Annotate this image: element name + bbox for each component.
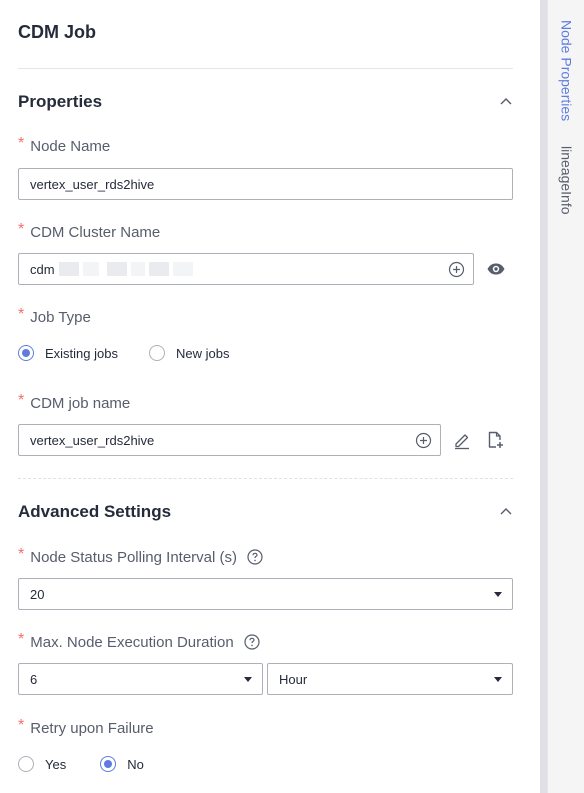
required-marker: * bbox=[18, 546, 25, 563]
scrollbar[interactable] bbox=[540, 0, 547, 793]
polling-interval-label: * Node Status Polling Interval (s) bbox=[18, 546, 263, 566]
radio-existing-jobs[interactable]: Existing jobs bbox=[18, 345, 118, 361]
new-file-icon[interactable] bbox=[485, 430, 505, 450]
right-tab-bar: Node Properties lineageInfo bbox=[547, 0, 584, 793]
job-name-input[interactable]: vertex_user_rds2hive bbox=[18, 424, 441, 456]
tab-lineage-info[interactable]: lineageInfo bbox=[548, 146, 584, 232]
section-divider bbox=[18, 478, 513, 479]
question-circle-icon[interactable] bbox=[247, 549, 263, 565]
chevron-up-icon[interactable] bbox=[499, 96, 513, 106]
retry-label: * Retry upon Failure bbox=[18, 717, 154, 737]
required-marker: * bbox=[18, 135, 25, 152]
question-circle-icon[interactable] bbox=[244, 634, 260, 650]
duration-unit-select[interactable]: Hour bbox=[267, 663, 513, 695]
plus-circle-icon[interactable] bbox=[448, 261, 465, 278]
tab-node-properties[interactable]: Node Properties bbox=[548, 20, 584, 136]
radio-retry-yes[interactable]: Yes bbox=[18, 756, 66, 772]
radio-button[interactable] bbox=[100, 756, 117, 772]
caret-down-icon bbox=[494, 592, 502, 597]
masked-text bbox=[148, 262, 169, 276]
node-name-input[interactable]: vertex_user_rds2hive bbox=[18, 168, 513, 200]
eye-icon[interactable] bbox=[486, 259, 506, 279]
masked-text bbox=[82, 262, 99, 276]
required-marker: * bbox=[18, 392, 25, 409]
masked-text bbox=[172, 262, 193, 276]
duration-value-select[interactable]: 6 bbox=[18, 663, 263, 695]
advanced-section-title: Advanced Settings bbox=[18, 502, 172, 521]
max-duration-label: * Max. Node Execution Duration bbox=[18, 631, 260, 651]
chevron-up-icon[interactable] bbox=[499, 506, 513, 516]
polling-interval-select[interactable]: 20 bbox=[18, 578, 513, 610]
masked-text bbox=[130, 262, 145, 276]
job-name-label: * CDM job name bbox=[18, 392, 131, 412]
node-name-label: * Node Name bbox=[18, 135, 111, 155]
required-marker: * bbox=[18, 221, 25, 238]
radio-retry-no[interactable]: No bbox=[100, 756, 144, 772]
cluster-name-input[interactable]: cdm bbox=[18, 253, 474, 285]
panel-title: CDM Job bbox=[18, 22, 96, 42]
properties-panel: CDM Job Properties * Node Name vertex_us… bbox=[0, 0, 540, 793]
pencil-icon[interactable] bbox=[452, 430, 472, 450]
radio-button[interactable] bbox=[18, 756, 34, 772]
retry-radio-group: Yes No bbox=[18, 756, 144, 772]
required-marker: * bbox=[18, 717, 25, 734]
plus-circle-icon[interactable] bbox=[415, 432, 432, 449]
masked-text bbox=[58, 262, 79, 276]
required-marker: * bbox=[18, 631, 25, 648]
job-type-label: * Job Type bbox=[18, 306, 91, 326]
radio-button[interactable] bbox=[18, 345, 34, 361]
properties-section-title: Properties bbox=[18, 92, 103, 111]
masked-text bbox=[106, 262, 127, 276]
radio-button[interactable] bbox=[148, 345, 165, 361]
cluster-name-label: * CDM Cluster Name bbox=[18, 221, 161, 241]
caret-down-icon bbox=[494, 677, 502, 682]
radio-new-jobs[interactable]: New jobs bbox=[148, 345, 229, 361]
title-divider bbox=[18, 68, 513, 69]
job-type-radio-group: Existing jobs New jobs bbox=[18, 345, 229, 361]
caret-down-icon bbox=[244, 677, 252, 682]
required-marker: * bbox=[18, 306, 25, 323]
